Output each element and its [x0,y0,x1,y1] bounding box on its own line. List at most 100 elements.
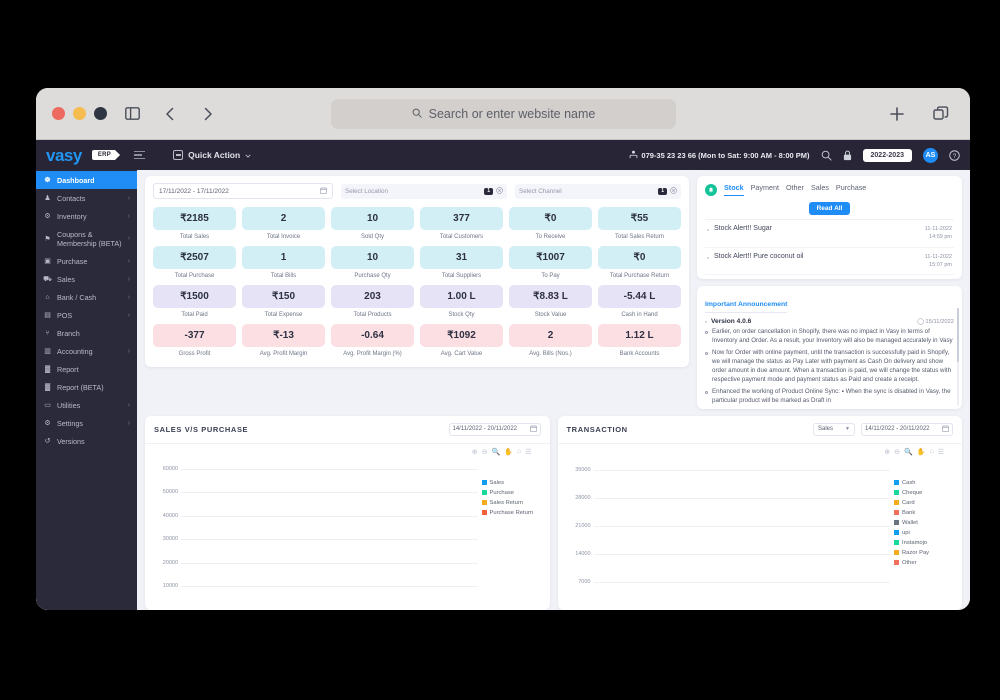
notification-tab-other[interactable]: Other [786,183,804,196]
sidebar-item-settings[interactable]: ⚙Settings› [36,414,137,432]
sidebar-item-report[interactable]: ▓Report [36,360,137,378]
notification-tab-sales[interactable]: Sales [811,183,829,196]
reset-home-icon[interactable]: ⌂ [929,448,933,456]
sidebar-item-sales[interactable]: ⛟Sales› [36,270,137,288]
legend-item[interactable]: Razor Pay [894,550,956,556]
notification-tab-payment[interactable]: Payment [751,183,779,196]
sidebar-item-dashboard[interactable]: ☸Dashboard [36,171,137,189]
legend-item[interactable]: Bank [894,510,956,516]
sidebar-item-accounting[interactable]: ▥Accounting› [36,342,137,360]
kpi-card-avg-profit-margin[interactable]: ₹-13Avg. Profit Margin [242,324,325,357]
kpi-card-to-receive[interactable]: ₹0To Receive [509,207,592,240]
legend-item[interactable]: Purchase [482,490,544,496]
plus-icon[interactable] [884,101,910,127]
clear-location-icon[interactable] [496,187,503,196]
window-controls[interactable] [52,107,107,120]
legend-item[interactable]: Card [894,500,956,506]
kpi-card-gross-profit[interactable]: -377Gross Profit [153,324,236,357]
chart-toolbar[interactable]: ⊕ ⊖ 🔍 ✋⌂ ☰ [564,448,957,456]
kpi-card-total-purchase-return[interactable]: ₹0Total Purchase Return [598,246,681,279]
sidebar-item-utilities[interactable]: ▭Utilities› [36,396,137,414]
date-range-picker[interactable]: 17/11/2022 - 17/11/2022 [153,183,333,199]
kpi-card-total-sales[interactable]: ₹2185Total Sales [153,207,236,240]
menu-icon[interactable]: ☰ [525,448,531,456]
zoom-in-icon[interactable]: ⊕ [884,448,890,456]
sidebar-item-contacts[interactable]: ♟Contacts› [36,189,137,207]
kpi-card-total-products[interactable]: 203Total Products [331,285,414,318]
location-filter[interactable]: Select Location 1 [341,184,507,199]
fiscal-year-selector[interactable]: 2022-2023 [863,149,912,162]
sidebar-item-report-beta[interactable]: ▓Report (BETA) [36,378,137,396]
kpi-card-cash-in-hand[interactable]: -5.44 LCash in Hand [598,285,681,318]
kpi-card-purchase-qty[interactable]: 10Purchase Qty [331,246,414,279]
legend-item[interactable]: Sales Return [482,500,544,506]
kpi-card-avg-bills-nos[interactable]: 2Avg. Bills (Nos.) [509,324,592,357]
chart-date-range-picker[interactable]: 14/11/2022 - 20/11/2022 [449,423,541,436]
channel-filter[interactable]: Select Channel 1 [515,184,681,199]
kpi-card-stock-qty[interactable]: 1.00 LStock Qty [420,285,503,318]
sidebar-item-coupons-membership-beta[interactable]: ⚑Coupons & Membership (BETA)› [36,225,137,252]
kpi-card-total-sales-return[interactable]: ₹55Total Sales Return [598,207,681,240]
sidebar-item-branch[interactable]: ⑂Branch [36,324,137,342]
search-icon[interactable] [821,150,832,161]
chart-legend[interactable]: CashChequeCardBankWalletupiInstamojoRazo… [894,480,956,570]
kpi-card-avg-cart-value[interactable]: ₹1092Avg. Cart Value [420,324,503,357]
menu-toggle-icon[interactable] [134,151,145,159]
kpi-card-total-customers[interactable]: 377Total Customers [420,207,503,240]
notification-tab-stock[interactable]: Stock [724,183,744,196]
chart-toolbar[interactable]: ⊕ ⊖ 🔍✋ ⌂ ☰ [151,448,544,456]
menu-icon[interactable]: ☰ [938,448,944,456]
forward-chevron-icon[interactable] [195,101,221,127]
quick-action-button[interactable]: Quick Action [173,150,251,160]
legend-item[interactable]: Instamojo [894,540,956,546]
maximize-window-button[interactable] [94,107,107,120]
avatar[interactable]: AS [923,148,938,163]
notification-tab-purchase[interactable]: Purchase [836,183,866,196]
kpi-card-stock-value[interactable]: ₹8.83 LStock Value [509,285,592,318]
zoom-out-icon[interactable]: ⊖ [894,448,900,456]
minimize-window-button[interactable] [73,107,86,120]
kpi-card-total-purchase[interactable]: ₹2507Total Purchase [153,246,236,279]
chart-date-range-picker[interactable]: 14/11/2022 - 20/11/2022 [861,423,953,436]
legend-item[interactable]: Purchase Return [482,510,544,516]
sidebar-item-purchase[interactable]: ▣Purchase› [36,252,137,270]
transaction-mode-select[interactable]: Sales▼ [813,423,855,436]
tab-overview-icon[interactable] [928,101,954,127]
sidebar-item-pos[interactable]: ▤POS› [36,306,137,324]
sidebar-navigation[interactable]: ☸Dashboard♟Contacts›⚙Inventory›⚑Coupons … [36,170,137,610]
kpi-card-bank-accounts[interactable]: 1.12 LBank Accounts [598,324,681,357]
kpi-card-total-suppliers[interactable]: 31Total Suppliers [420,246,503,279]
zoom-out-icon[interactable]: ⊖ [482,448,488,456]
search-input[interactable]: Search or enter website name [331,99,676,129]
panning-icon[interactable]: ✋ [917,448,926,456]
legend-item[interactable]: Cheque [894,490,956,496]
clear-channel-icon[interactable] [670,187,677,196]
kpi-card-to-pay[interactable]: ₹1007To Pay [509,246,592,279]
read-all-button[interactable]: Read All [705,202,954,215]
chart-legend[interactable]: Sales Purchase Sales Return Purchase Return [482,480,544,520]
legend-item[interactable]: Wallet [894,520,956,526]
kpi-card-total-invoice[interactable]: 2Total Invoice [242,207,325,240]
notification-tabs[interactable]: Stock Payment Other Sales Purchase [705,183,954,196]
legend-item[interactable]: Sales [482,480,544,486]
kpi-card-total-bills[interactable]: 1Total Bills [242,246,325,279]
kpi-card-total-paid[interactable]: ₹1500Total Paid [153,285,236,318]
selection-zoom-icon[interactable]: 🔍 [492,448,501,456]
sidebar-item-versions[interactable]: ↺Versions [36,432,137,450]
zoom-in-icon[interactable]: ⊕ [472,448,478,456]
kpi-card-avg-profit-margin[interactable]: -0.64Avg. Profit Margin (%) [331,324,414,357]
help-icon[interactable]: ? [949,150,960,161]
selection-zoom-icon[interactable]: 🔍 [904,448,913,456]
lock-icon[interactable] [843,150,852,161]
legend-item[interactable]: Cash [894,480,956,486]
close-window-button[interactable] [52,107,65,120]
reset-home-icon[interactable]: ⌂ [517,448,521,456]
kpi-card-sold-qty[interactable]: 10Sold Qty [331,207,414,240]
panning-icon[interactable]: ✋ [504,448,513,456]
back-chevron-icon[interactable] [157,101,183,127]
kpi-card-total-expense[interactable]: ₹150Total Expense [242,285,325,318]
notification-item[interactable]: Stock Alert!! Sugar11-11-202214:59 pm [705,220,954,248]
sidebar-panel-icon[interactable] [119,101,145,127]
announcement-scrollbar[interactable] [957,308,960,406]
notification-item[interactable]: Stock Alert!! Pure coconut oil11-11-2022… [705,248,954,276]
